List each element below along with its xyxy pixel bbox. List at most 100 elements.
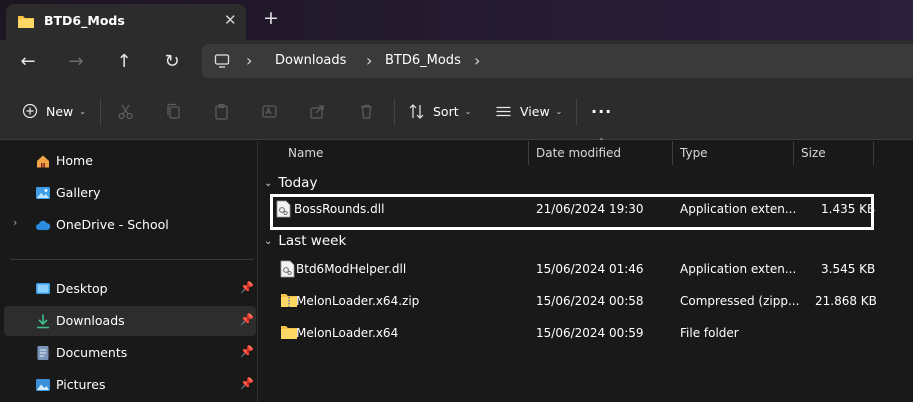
divider [10, 259, 254, 260]
pin-icon[interactable]: 📌 [240, 281, 254, 294]
tab-title: BTD6_Mods [44, 13, 125, 28]
view-icon [496, 106, 511, 116]
divider [100, 98, 101, 126]
table-row[interactable]: MelonLoader.x64 15/06/2024 00:59 File fo… [274, 318, 870, 348]
more-options-button[interactable]: ··· [591, 82, 612, 140]
breadcrumb-separator: › [366, 51, 373, 70]
paste-button[interactable] [213, 82, 230, 140]
sidebar-item-pictures[interactable]: Pictures 📌 [4, 370, 256, 400]
file-size: 1.435 KB [821, 202, 876, 216]
forward-button[interactable]: → [61, 40, 91, 82]
view-button[interactable]: View ⌄ [495, 82, 562, 140]
sort-icon [409, 103, 424, 119]
up-button[interactable]: ↑ [109, 40, 139, 82]
copy-icon [167, 103, 180, 119]
sidebar-item-home[interactable]: Home [4, 146, 256, 176]
chevron-down-icon: ⌄ [79, 106, 86, 116]
file-date: 15/06/2024 01:46 [536, 262, 644, 276]
breadcrumb-separator[interactable]: › [474, 51, 480, 70]
navigation-pane: Home Gallery › OneDrive - School Desktop… [0, 141, 257, 402]
new-button[interactable]: New ⌄ [22, 82, 86, 140]
table-row[interactable]: BossRounds.dll 21/06/2024 19:30 Applicat… [270, 194, 876, 230]
pin-icon[interactable]: 📌 [240, 345, 254, 358]
column-header-date-modified[interactable]: Date modified [536, 141, 621, 165]
file-type: Compressed (zipp... [680, 294, 800, 308]
share-icon [310, 104, 324, 119]
delete-button[interactable] [358, 82, 375, 140]
sidebar-item-gallery[interactable]: Gallery [4, 178, 256, 208]
breadcrumb-downloads[interactable]: Downloads [275, 53, 346, 68]
document-icon [37, 346, 49, 360]
cloud-icon [36, 220, 51, 230]
sidebar-item-downloads[interactable]: Downloads 📌 [4, 306, 256, 336]
file-name: BossRounds.dll [294, 202, 385, 216]
file-name: Btd6ModHelper.dll [296, 262, 407, 276]
plus-circle-icon [22, 103, 38, 119]
sort-label: Sort [433, 103, 459, 119]
column-divider[interactable] [793, 141, 794, 165]
rename-button[interactable] [261, 82, 278, 140]
breadcrumb-btd6-mods[interactable]: BTD6_Mods [385, 53, 461, 68]
sidebar-item-label: Gallery [56, 185, 101, 200]
file-date: 21/06/2024 19:30 [536, 202, 644, 216]
new-label: New [46, 103, 74, 119]
file-name: MelonLoader.x64 [296, 326, 399, 340]
column-divider[interactable] [672, 141, 673, 165]
title-bar: BTD6_Mods ✕ + [0, 0, 913, 40]
close-tab-icon[interactable]: ✕ [224, 11, 237, 29]
file-size: 3.545 KB [821, 262, 876, 276]
column-header-name[interactable]: Name [288, 141, 323, 165]
sort-button[interactable]: Sort ⌄ [408, 82, 471, 140]
dll-file-icon [280, 260, 295, 278]
scissors-icon [118, 104, 133, 119]
dll-file-icon [276, 200, 291, 218]
column-header-size[interactable]: Size [801, 141, 826, 165]
table-row[interactable]: MelonLoader.x64.zip 15/06/2024 00:58 Com… [274, 286, 877, 316]
computer-icon [214, 54, 230, 68]
group-label: Today [278, 175, 318, 191]
chevron-down-icon: ⌄ [264, 177, 273, 189]
chevron-down-icon: ⌄ [264, 235, 273, 247]
sidebar-item-label: Desktop [56, 281, 108, 296]
tab-btd6-mods[interactable]: BTD6_Mods ✕ [6, 4, 246, 40]
new-tab-button[interactable]: + [263, 7, 279, 29]
file-date: 15/06/2024 00:59 [536, 326, 644, 340]
address-bar[interactable]: › Downloads › BTD6_Mods › [202, 44, 913, 78]
file-date: 15/06/2024 00:58 [536, 294, 644, 308]
share-button[interactable] [309, 82, 326, 140]
cut-button[interactable] [117, 82, 134, 140]
address-row: ← → ↑ ↻ › Downloads › BTD6_Mods › [0, 40, 913, 82]
column-header-type[interactable]: Type [680, 141, 708, 165]
refresh-button[interactable]: ↻ [157, 40, 187, 82]
group-header-last-week[interactable]: ⌄ Last week [264, 231, 346, 251]
column-divider[interactable] [873, 141, 874, 165]
back-button[interactable]: ← [13, 40, 43, 82]
group-header-today[interactable]: ⌄ Today [264, 173, 317, 193]
pin-icon[interactable]: 📌 [240, 313, 254, 326]
sidebar-item-label: Downloads [56, 313, 125, 328]
gallery-icon [36, 187, 50, 199]
table-row[interactable]: Btd6ModHelper.dll 15/06/2024 01:46 Appli… [274, 254, 875, 284]
file-size: 21.868 KB [815, 294, 877, 308]
pictures-icon [36, 379, 50, 391]
desktop-icon [36, 283, 50, 294]
sidebar-item-label: Home [56, 153, 93, 168]
file-type: Application exten... [680, 202, 797, 216]
chevron-down-icon: ⌄ [555, 106, 563, 116]
file-type: File folder [680, 326, 739, 340]
sidebar-item-onedrive[interactable]: › OneDrive - School [4, 210, 256, 240]
file-name: MelonLoader.x64.zip [296, 294, 420, 308]
chevron-right-icon[interactable]: › [13, 216, 17, 229]
file-list: ⌃ Name Date modified Type Size ⌄ Today B… [258, 137, 913, 402]
sidebar-item-desktop[interactable]: Desktop 📌 [4, 274, 256, 304]
column-divider[interactable] [528, 141, 529, 165]
sidebar-item-label: OneDrive - School [56, 217, 169, 232]
copy-button[interactable] [165, 82, 182, 140]
trash-icon [361, 104, 372, 119]
pin-icon[interactable]: 📌 [240, 377, 254, 390]
home-icon [37, 155, 49, 168]
sidebar-item-documents[interactable]: Documents 📌 [4, 338, 256, 368]
sidebar-item-label: Documents [56, 345, 128, 360]
rename-icon [262, 104, 277, 118]
folder-icon [18, 16, 34, 28]
